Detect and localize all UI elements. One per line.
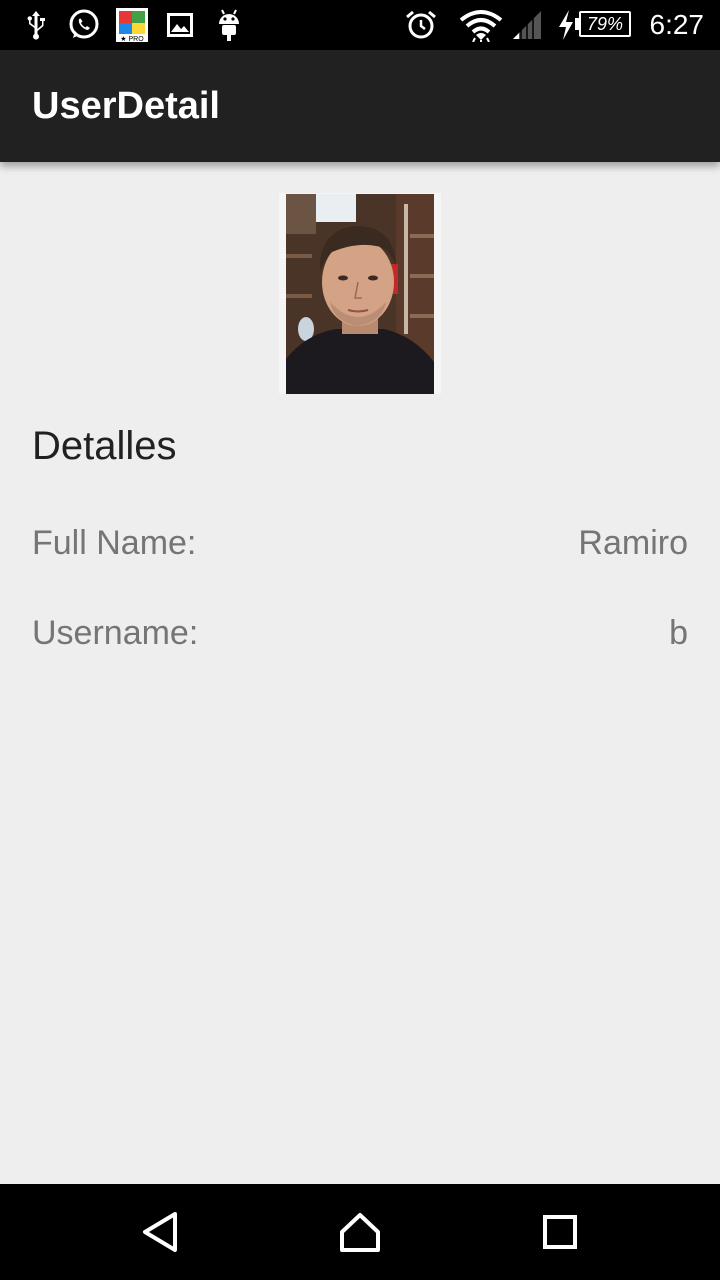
username-row: Username: b — [32, 608, 688, 658]
app-bar: UserDetail — [0, 50, 720, 162]
image-icon — [165, 0, 195, 50]
pro-app-icon: ★ PRO — [115, 0, 149, 50]
recents-button[interactable] — [510, 1184, 610, 1280]
android-icon — [214, 0, 244, 50]
section-title: Detalles — [32, 424, 177, 468]
username-value: b — [669, 614, 688, 652]
wifi-icon — [458, 0, 504, 50]
user-photo — [279, 193, 441, 394]
page-title: UserDetail — [32, 85, 220, 127]
username-label: Username: — [32, 614, 199, 652]
back-button[interactable] — [110, 1184, 210, 1280]
status-bar: ★ PRO 79% 6:27 — [0, 0, 720, 50]
charging-icon — [556, 0, 576, 50]
home-icon — [340, 1213, 380, 1252]
home-button[interactable] — [310, 1184, 410, 1280]
status-time: 6:27 — [649, 9, 705, 40]
svg-text:★ PRO: ★ PRO — [120, 35, 144, 42]
signal-icon — [510, 0, 544, 50]
full-name-label: Full Name: — [32, 524, 197, 562]
full-name-value: Ramiro — [578, 524, 688, 562]
recents-icon — [543, 1215, 577, 1249]
alarm-icon — [404, 0, 438, 50]
usb-icon — [22, 0, 50, 50]
back-icon — [143, 1212, 177, 1252]
full-name-row: Full Name: Ramiro — [32, 518, 688, 568]
navigation-bar — [0, 1184, 720, 1280]
whatsapp-icon — [66, 0, 102, 50]
battery-percent: 79% — [579, 11, 631, 37]
